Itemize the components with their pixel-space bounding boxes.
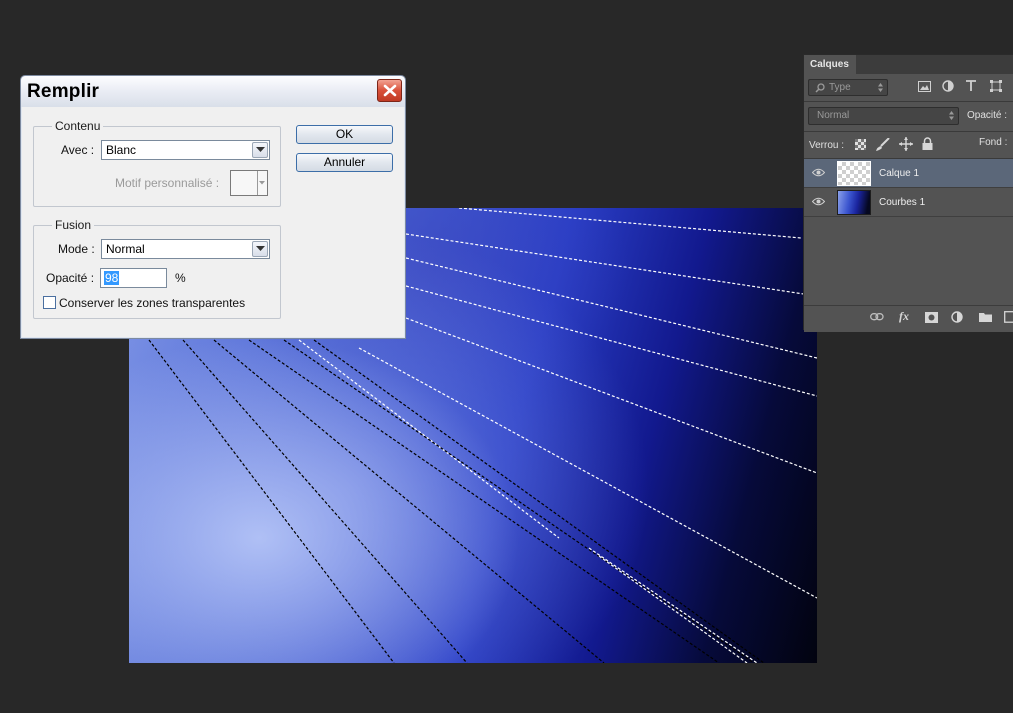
adjustment-filter-icon[interactable] <box>942 80 954 92</box>
cancel-button[interactable]: Annuler <box>296 153 393 172</box>
use-select-value: Blanc <box>106 143 137 157</box>
layer-filter-select[interactable]: Type <box>808 79 888 96</box>
eye-icon[interactable] <box>812 197 825 206</box>
layer-name[interactable]: Calque 1 <box>879 168 919 179</box>
dialog-titlebar[interactable]: Remplir <box>21 76 405 107</box>
lock-label: Verrou : <box>809 140 845 151</box>
percent-sign: % <box>175 271 186 285</box>
fill-dialog: Remplir Contenu Avec : Blanc Motif perso… <box>20 75 406 339</box>
type-filter-icon[interactable] <box>965 80 977 92</box>
lock-transparent-icon[interactable] <box>855 139 866 150</box>
layer-name[interactable]: Courbes 1 <box>879 197 925 208</box>
blend-mode-select[interactable]: Normal <box>808 107 959 125</box>
layers-panel: Calques Type Normal Opacité : Verrou : F… <box>803 54 1013 332</box>
fx-icon[interactable]: fx <box>899 309 909 324</box>
blend-group-legend: Fusion <box>52 218 95 232</box>
folder-icon[interactable] <box>979 312 992 322</box>
mode-select[interactable]: Normal <box>101 239 270 259</box>
chevron-down-icon[interactable] <box>252 142 268 158</box>
image-filter-icon[interactable] <box>918 81 931 92</box>
chevron-down-icon[interactable] <box>252 241 268 257</box>
layers-footer: fx <box>804 305 1013 332</box>
pattern-picker <box>230 170 268 196</box>
opacity-label: Opacité : <box>46 271 95 285</box>
fill-label: Fond : <box>979 137 1008 148</box>
chevron-down-icon <box>259 181 265 185</box>
new-layer-icon[interactable] <box>1004 311 1013 323</box>
preserve-transparency-label[interactable]: Conserver les zones transparentes <box>59 296 245 310</box>
adjustment-icon[interactable] <box>951 311 963 323</box>
mode-select-value: Normal <box>106 242 145 256</box>
close-icon <box>383 84 397 97</box>
lock-all-icon[interactable] <box>922 137 933 150</box>
use-label: Avec : <box>61 143 95 157</box>
mode-label: Mode : <box>58 242 95 256</box>
opacity-value: 98 <box>104 271 120 285</box>
link-icon[interactable] <box>870 313 884 321</box>
lock-brush-icon[interactable] <box>876 138 890 151</box>
pattern-label: Motif personnalisé : <box>115 176 220 190</box>
opacity-input[interactable]: 98 <box>100 268 167 288</box>
close-button[interactable] <box>377 79 402 102</box>
mask-icon[interactable] <box>925 312 938 323</box>
shape-filter-icon[interactable] <box>990 80 1002 92</box>
layer-opacity-label: Opacité : <box>967 110 1008 121</box>
preserve-transparency-checkbox[interactable] <box>43 296 56 309</box>
use-select[interactable]: Blanc <box>101 140 270 160</box>
ok-button[interactable]: OK <box>296 125 393 144</box>
search-icon <box>815 83 825 93</box>
layer-row-courbes-1[interactable]: Courbes 1 <box>804 188 1013 217</box>
tab-layers[interactable]: Calques <box>804 55 856 74</box>
dialog-title: Remplir <box>27 81 100 102</box>
eye-icon[interactable] <box>812 168 825 177</box>
layers-tabbar: Calques <box>804 55 1013 74</box>
layer-thumbnail <box>837 161 871 186</box>
layer-thumbnail <box>837 190 871 215</box>
layer-row-calque-1[interactable]: Calque 1 <box>804 159 1013 188</box>
lock-move-icon[interactable] <box>899 137 913 151</box>
content-group-legend: Contenu <box>52 119 104 133</box>
layer-filter-value: Type <box>829 82 851 93</box>
blend-mode-value: Normal <box>817 110 850 121</box>
